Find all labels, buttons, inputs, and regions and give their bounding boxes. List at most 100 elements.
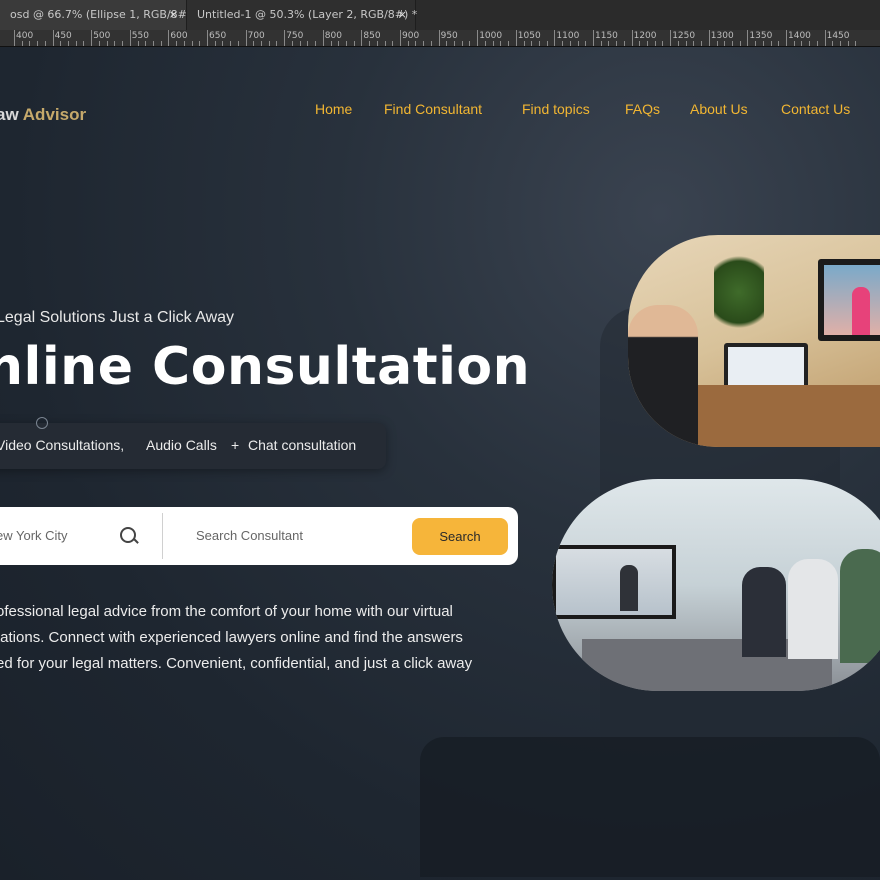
ruler-minor-tick	[816, 41, 818, 46]
search-icon[interactable]	[120, 527, 136, 543]
ruler-minor-tick	[253, 41, 255, 46]
ruler-minor-tick	[546, 41, 548, 46]
horizontal-ruler[interactable]: 400 450 500 550 600 650 700 750 800 850 900 950 1000…	[0, 30, 880, 47]
hero-kicker: Legal Solutions Just a Click Away	[0, 309, 235, 326]
ruler-major-tick	[52, 30, 54, 46]
photo-remote-person	[620, 565, 638, 611]
nav-home[interactable]: Home	[315, 101, 352, 117]
ruler-minor-tick	[199, 41, 201, 46]
ruler-minor-tick	[801, 41, 803, 46]
ruler-minor-tick	[677, 41, 679, 46]
search-divider	[162, 513, 163, 559]
feature-plus: +	[231, 437, 240, 453]
ruler-minor-tick	[739, 41, 741, 46]
ruler-minor-tick	[847, 41, 849, 46]
ruler-minor-tick	[616, 41, 618, 46]
design-canvas: aw Advisor Home Find Consultant Find top…	[0, 47, 880, 880]
nav-contact-us[interactable]: Contact Us	[781, 101, 850, 117]
ruler-number: 600	[170, 31, 188, 41]
ruler-number: 850	[363, 31, 381, 41]
ruler-minor-tick	[600, 41, 602, 46]
ruler-minor-tick	[840, 41, 842, 46]
description-line: ofessional legal advice from the comfort…	[0, 603, 453, 620]
ruler-major-tick	[554, 30, 556, 46]
ruler-minor-tick	[145, 41, 147, 46]
document-tab[interactable]: osd @ 66.7% (Ellipse 1, RGB/8#) * ×	[0, 0, 200, 30]
close-icon[interactable]: ×	[398, 0, 407, 30]
ruler-number: 900	[402, 31, 420, 41]
close-icon[interactable]: ×	[169, 0, 178, 30]
nav-find-topics[interactable]: Find topics	[522, 101, 590, 117]
photo-person-1	[742, 567, 786, 657]
search-bar: ew York City Search Consultant Search	[0, 507, 518, 565]
ruler-major-tick	[477, 30, 479, 46]
ruler-minor-tick	[647, 41, 649, 46]
search-consultant-input[interactable]: Search Consultant	[196, 528, 396, 546]
ruler-minor-tick	[376, 41, 378, 46]
nav-faqs[interactable]: FAQs	[625, 101, 660, 117]
ruler-minor-tick	[461, 41, 463, 46]
ruler-number: 1350	[749, 31, 773, 41]
ruler-major-tick	[284, 30, 286, 46]
ruler-number: 1400	[788, 31, 811, 41]
nav-find-consultant[interactable]: Find Consultant	[384, 101, 482, 117]
ruler-minor-tick	[430, 41, 432, 46]
ruler-minor-tick	[237, 41, 239, 46]
photo-person-2	[788, 559, 838, 659]
background-gavel	[420, 737, 880, 877]
ruler-minor-tick	[315, 41, 317, 46]
photo-woman	[852, 287, 870, 335]
ruler-major-tick	[168, 30, 170, 46]
photo-person-3	[840, 549, 880, 663]
ruler-major-tick	[14, 30, 15, 46]
photo-tv-screen	[556, 549, 672, 615]
logo-text: aw	[0, 105, 19, 124]
ruler-minor-tick	[122, 41, 124, 46]
ruler-minor-tick	[392, 41, 394, 46]
ruler-minor-tick	[152, 41, 154, 46]
ruler-minor-tick	[183, 41, 185, 46]
photo-businessman	[628, 305, 698, 447]
feature-audio: Audio Calls	[146, 437, 217, 453]
nav-about-us[interactable]: About Us	[690, 101, 748, 117]
ruler-major-tick	[438, 30, 440, 46]
ruler-minor-tick	[724, 41, 726, 46]
document-tab[interactable]: Untitled-1 @ 50.3% (Layer 2, RGB/8#) * ×	[186, 0, 417, 30]
ruler-minor-tick	[500, 41, 502, 46]
ruler-minor-tick	[68, 41, 70, 46]
ruler-major-tick	[593, 30, 594, 46]
ruler-minor-tick	[662, 41, 664, 46]
description-line: tations. Connect with experienced lawyer…	[0, 629, 463, 646]
site-logo[interactable]: aw Advisor	[0, 105, 86, 125]
ruler-minor-tick	[832, 41, 834, 46]
ruler-minor-tick	[508, 41, 510, 46]
ruler-minor-tick	[261, 41, 263, 46]
ruler-minor-tick	[299, 41, 301, 46]
location-field[interactable]: ew York City	[0, 528, 68, 543]
logo-accent-text: Advisor	[22, 105, 87, 124]
ruler-minor-tick	[98, 41, 100, 46]
ruler-number: 1150	[595, 31, 618, 41]
ruler-minor-tick	[577, 41, 579, 46]
ruler-minor-tick	[222, 41, 224, 46]
ruler-number: 1050	[517, 31, 541, 41]
ruler-number: 1100	[556, 31, 580, 41]
ruler-minor-tick	[60, 41, 62, 46]
ruler-minor-tick	[37, 41, 39, 46]
ruler-minor-tick	[307, 41, 309, 46]
hero-title: nline Consultation	[0, 337, 531, 397]
ruler-minor-tick	[83, 41, 85, 46]
ruler-minor-tick	[106, 41, 108, 46]
ruler-minor-tick	[137, 41, 139, 46]
ruler-number: 800	[324, 31, 342, 41]
ruler-minor-tick	[21, 41, 23, 46]
ruler-minor-tick	[755, 41, 757, 46]
ruler-minor-tick	[407, 41, 409, 46]
search-button[interactable]: Search	[412, 518, 508, 555]
ruler-major-tick	[91, 30, 93, 46]
ruler-minor-tick	[569, 41, 571, 46]
ruler-minor-tick	[191, 41, 193, 46]
hero-description: ofessional legal advice from the comfort…	[0, 599, 516, 677]
ruler-number: 1450	[826, 31, 850, 41]
description-line: ed for your legal matters. Convenient, c…	[0, 655, 473, 672]
